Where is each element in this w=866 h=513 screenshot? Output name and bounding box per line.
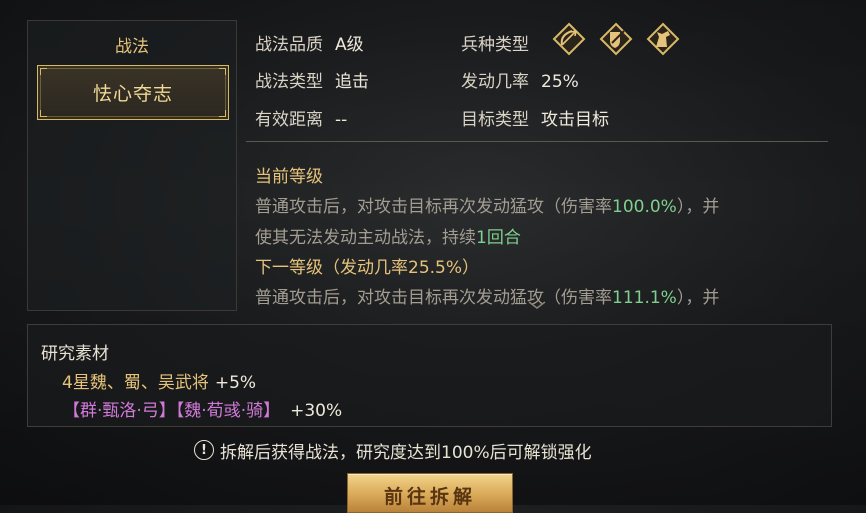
research-title: 研究素材 xyxy=(41,344,109,364)
next-level-text: ），并 xyxy=(676,288,720,308)
trigger-rate-label: 发动几率 xyxy=(461,72,529,92)
current-level-line2: 使其无法发动主动战法，持续1回合 xyxy=(255,223,521,248)
target-type-value: 攻击目标 xyxy=(541,110,609,130)
frame-corner xyxy=(40,68,47,75)
skill-list-panel: 战法 怯心夺志 xyxy=(27,20,237,311)
skill-tab-selected[interactable]: 怯心夺志 xyxy=(37,65,229,120)
skill-tab-label: 怯心夺志 xyxy=(92,83,173,105)
troop-type-row: 兵种类型 xyxy=(461,30,529,55)
scroll-down-icon[interactable] xyxy=(528,300,546,310)
material-name: 4星魏、蜀、吴武将 xyxy=(62,373,209,393)
frame-corner xyxy=(219,110,226,117)
unlock-notice: ! 拆解后获得战法，研究度达到100%后可解锁强化 xyxy=(194,437,592,463)
material-bonus: +5% xyxy=(214,373,257,393)
troop-type-label: 兵种类型 xyxy=(461,35,529,55)
material-bonus: +30% xyxy=(290,401,343,421)
frame-corner xyxy=(40,110,47,117)
next-level-text: 普通攻击后，对攻击目标再次发动猛攻（伤害率 xyxy=(255,288,612,308)
shield-troop-icon xyxy=(599,22,633,56)
current-level-text: 使其无法发动主动战法，持续 xyxy=(255,228,476,248)
trigger-rate-row: 发动几率 25% xyxy=(461,67,579,92)
skill-type-row: 战法类型 追击 xyxy=(255,67,369,92)
archer-troop-icon xyxy=(552,22,586,56)
divider xyxy=(246,141,828,142)
exclamation-icon: ! xyxy=(194,440,214,460)
research-materials-box: 研究素材 4星魏、蜀、吴武将 +5% 【群·甄洛·弓】【魏·荀彧·骑】 +30% xyxy=(27,324,832,427)
research-material-row: 4星魏、蜀、吴武将 +5% xyxy=(62,368,256,393)
range-row: 有效距离 -- xyxy=(255,105,347,130)
range-label: 有效距离 xyxy=(255,110,323,130)
quality-label: 战法品质 xyxy=(255,35,323,55)
skill-type-value: 追击 xyxy=(335,72,369,92)
next-level-line1: 普通攻击后，对攻击目标再次发动猛攻（伤害率111.1%），并 xyxy=(255,283,719,308)
current-level-line1: 普通攻击后，对攻击目标再次发动猛攻（伤害率100.0%），并 xyxy=(255,192,719,217)
target-type-label: 目标类型 xyxy=(461,110,529,130)
next-level-heading: 下一等级（发动几率25.5%） xyxy=(255,258,480,278)
quality-value: A级 xyxy=(335,35,364,55)
notice-text: 拆解后获得战法，研究度达到100%后可解锁强化 xyxy=(220,442,592,463)
target-type-row: 目标类型 攻击目标 xyxy=(461,105,609,130)
cavalry-troop-icon xyxy=(646,22,680,56)
frame-corner xyxy=(219,68,226,75)
current-level-text: ），并 xyxy=(676,197,720,217)
next-damage-rate: 111.1% xyxy=(612,288,677,308)
trigger-rate-value: 25% xyxy=(541,72,579,92)
range-value: -- xyxy=(335,110,348,130)
skill-type-label: 战法类型 xyxy=(255,72,323,92)
current-damage-rate: 100.0% xyxy=(612,197,677,217)
go-disassemble-button[interactable]: 前往拆解 xyxy=(347,473,513,513)
current-level-heading: 当前等级 xyxy=(255,167,323,187)
skill-list-title: 战法 xyxy=(115,37,149,57)
research-material-row: 【群·甄洛·弓】【魏·荀彧·骑】 +30% xyxy=(63,396,342,421)
current-duration: 1回合 xyxy=(476,228,521,248)
quality-row: 战法品质 A级 xyxy=(255,30,364,55)
current-level-text: 普通攻击后，对攻击目标再次发动猛攻（伤害率 xyxy=(255,197,612,217)
material-name: 【群·甄洛·弓】【魏·荀彧·骑】 xyxy=(63,401,281,421)
